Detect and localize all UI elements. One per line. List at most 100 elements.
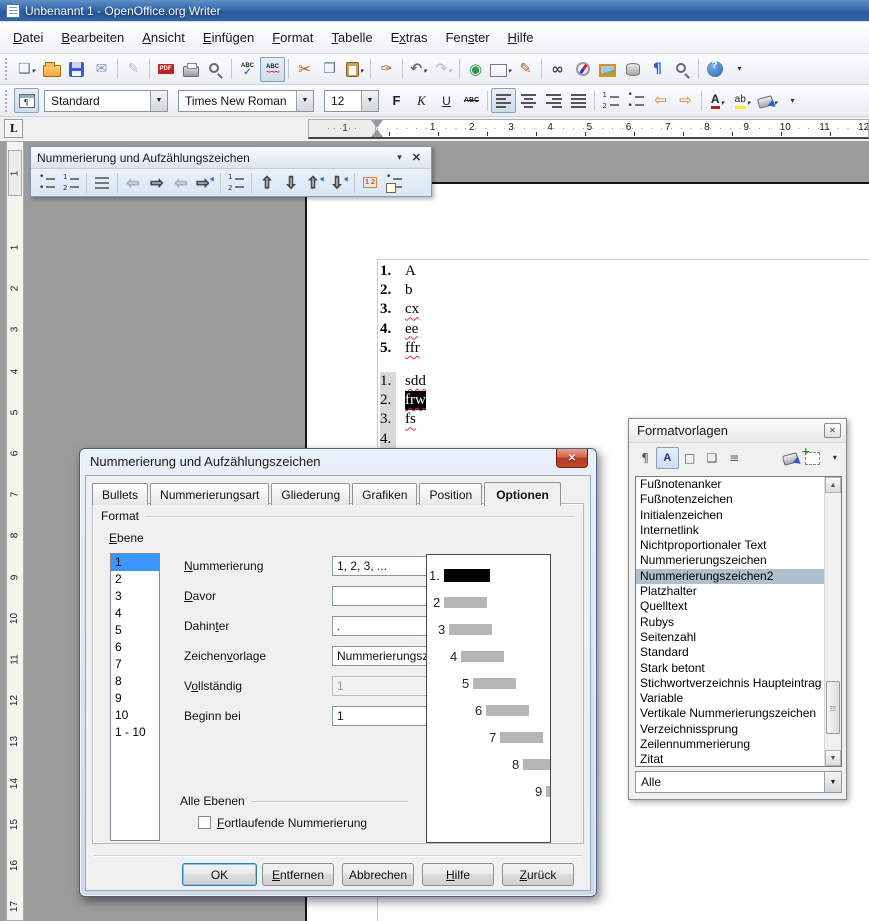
list-item[interactable]: 5. ffr xyxy=(380,339,426,358)
font-color-button[interactable]: A xyxy=(705,88,730,113)
highlight-button[interactable]: ab xyxy=(730,88,755,113)
level-item[interactable]: 10 xyxy=(111,707,159,724)
zurueck-button[interactable]: Zurück xyxy=(502,863,574,886)
list-text[interactable]: A xyxy=(405,262,416,281)
tab-stop-selector[interactable]: L xyxy=(4,119,23,138)
style-list-item[interactable]: Rubys xyxy=(636,615,826,630)
font-size-combo[interactable]: 12 ▼ xyxy=(324,90,379,112)
style-list-item[interactable]: Standard xyxy=(636,645,826,660)
level-item[interactable]: 1 - 10 xyxy=(111,724,159,741)
move-down-button[interactable]: ⇩ xyxy=(279,171,303,194)
toolbar-options-button[interactable]: ▾ xyxy=(727,57,752,82)
style-list-item[interactable]: Zeilennummerierung xyxy=(636,737,826,752)
menu-item[interactable]: Ansicht xyxy=(133,23,194,53)
close-icon[interactable]: ✕ xyxy=(824,423,841,438)
data-sources-button[interactable] xyxy=(620,57,645,82)
promote-with-subpoints-button[interactable]: ⇨ xyxy=(193,171,217,194)
numbering-dialog-button[interactable] xyxy=(382,171,406,194)
decrease-indent-button[interactable]: ⇦ xyxy=(648,88,673,113)
move-down-with-subpoints-button[interactable]: ⇩ xyxy=(327,171,351,194)
abbrechen-button[interactable]: Abbrechen xyxy=(342,863,414,886)
gallery-button[interactable] xyxy=(595,57,620,82)
autospellcheck-button[interactable]: ABC xyxy=(260,57,285,82)
toolbar-grip[interactable] xyxy=(3,90,11,112)
list-item[interactable]: 3. cx xyxy=(380,300,426,319)
list-item[interactable]: 3. fs xyxy=(380,410,426,429)
style-list-item[interactable]: Platzhalter xyxy=(636,584,826,599)
numbered-list-toggle[interactable] xyxy=(59,171,83,194)
draw-functions-button[interactable]: ✎ xyxy=(513,57,538,82)
scroll-up-icon[interactable]: ▲ xyxy=(825,477,841,493)
combo-dropdown-button[interactable]: ▼ xyxy=(150,91,167,111)
toolbar-grip[interactable] xyxy=(3,58,11,80)
combo-dropdown-button[interactable]: ▼ xyxy=(361,91,378,111)
align-left-button[interactable] xyxy=(491,88,516,113)
level-item[interactable]: 4 xyxy=(111,605,159,622)
fortlaufende-label[interactable]: Fortlaufende Nummerierung xyxy=(217,813,367,833)
style-list-item[interactable]: Variable xyxy=(636,691,826,706)
hyperlink-button[interactable]: ◉ xyxy=(463,57,488,82)
no-list-button[interactable] xyxy=(90,171,114,194)
paragraph-styles-button[interactable]: ¶ xyxy=(634,447,656,469)
styles-panel-titlebar[interactable]: Formatvorlagen xyxy=(629,419,846,443)
title-bar[interactable]: Unbenannt 1 - OpenOffice.org Writer xyxy=(0,0,869,22)
horizontal-ruler[interactable]: 1 123456789101112 xyxy=(308,119,869,139)
save-button[interactable] xyxy=(64,57,89,82)
bullet-list-toggle[interactable] xyxy=(35,171,59,194)
list-item[interactable]: 2. b xyxy=(380,281,426,300)
list-text[interactable]: cx xyxy=(405,300,419,319)
underline-button[interactable]: U xyxy=(434,88,459,113)
paste-button[interactable] xyxy=(342,57,367,82)
frame-styles-button[interactable]: □ xyxy=(679,447,701,469)
fortlaufende-checkbox[interactable] xyxy=(198,816,211,829)
level-item[interactable]: 8 xyxy=(111,673,159,690)
page-preview-button[interactable] xyxy=(203,57,228,82)
styles-list[interactable]: FußnotenankerFußnotenzeichenInitialenzei… xyxy=(635,476,842,767)
align-right-button[interactable] xyxy=(541,88,566,113)
list-text[interactable]: sdd xyxy=(405,372,426,391)
style-list-item[interactable]: Fußnotenzeichen xyxy=(636,492,826,507)
level-item[interactable]: 1 xyxy=(111,554,159,571)
export-pdf-button[interactable]: PDF xyxy=(153,57,178,82)
background-color-button[interactable] xyxy=(755,88,780,113)
list-item[interactable]: 4. xyxy=(380,430,426,449)
style-list-item[interactable]: Initialenzeichen xyxy=(636,508,826,523)
demote-level-button[interactable]: ⇦ xyxy=(121,171,145,194)
list-text[interactable]: b xyxy=(405,281,413,300)
zoom-button[interactable] xyxy=(670,57,695,82)
navigator-button[interactable] xyxy=(570,57,595,82)
new-document-button[interactable]: ❏ xyxy=(14,57,39,82)
menu-item[interactable]: Format xyxy=(263,23,322,53)
paragraph-style-combo[interactable]: Standard ▼ xyxy=(44,90,168,112)
cut-button[interactable]: ✂ xyxy=(292,57,317,82)
ok-button[interactable]: OK xyxy=(182,863,257,886)
scrollbar[interactable]: ▲ ▼ xyxy=(824,477,841,766)
level-item[interactable]: 6 xyxy=(111,639,159,656)
document-text[interactable]: 1. A 2. b 3. cx 4. ee 5. ffr xyxy=(380,262,426,449)
level-listbox[interactable]: 123456789101 - 10 xyxy=(110,553,160,841)
indent-marker[interactable] xyxy=(371,120,383,137)
align-justify-button[interactable] xyxy=(566,88,591,113)
list-item[interactable]: 1. sdd xyxy=(380,372,426,391)
tab-optionen[interactable]: Optionen xyxy=(484,482,561,506)
numbering-dialog[interactable]: Nummerierung und Aufzählungszeichen ✕ Bu… xyxy=(79,448,597,897)
dropdown-button[interactable]: ▼ xyxy=(824,772,841,792)
menu-item[interactable]: Fenster xyxy=(436,23,498,53)
floating-toolbar-titlebar[interactable]: Nummerierung und Aufzählungszeichen ▾ ✕ xyxy=(31,147,431,169)
insert-unnumbered-entry-button[interactable] xyxy=(224,171,248,194)
menu-item[interactable]: Datei xyxy=(4,23,52,53)
styles-window-button[interactable] xyxy=(14,88,39,113)
list-item[interactable]: 1. A xyxy=(380,262,426,281)
list-text[interactable]: ffr xyxy=(405,339,420,358)
list-styles-button[interactable]: ≡ xyxy=(723,447,745,469)
copy-button[interactable]: ❐ xyxy=(317,57,342,82)
toolbar-options-button[interactable]: ▾ xyxy=(780,88,805,113)
numbered-list-button[interactable] xyxy=(598,88,623,113)
style-list-item[interactable]: Seitenzahl xyxy=(636,630,826,645)
increase-indent-button[interactable]: ⇨ xyxy=(673,88,698,113)
style-list-item[interactable]: Fußnotenanker xyxy=(636,477,826,492)
style-list-item[interactable]: Stichwortverzeichnis Haupteintrag xyxy=(636,676,826,691)
print-button[interactable] xyxy=(178,57,203,82)
bold-button[interactable]: F xyxy=(384,88,409,113)
email-button[interactable]: ✉ xyxy=(89,57,114,82)
